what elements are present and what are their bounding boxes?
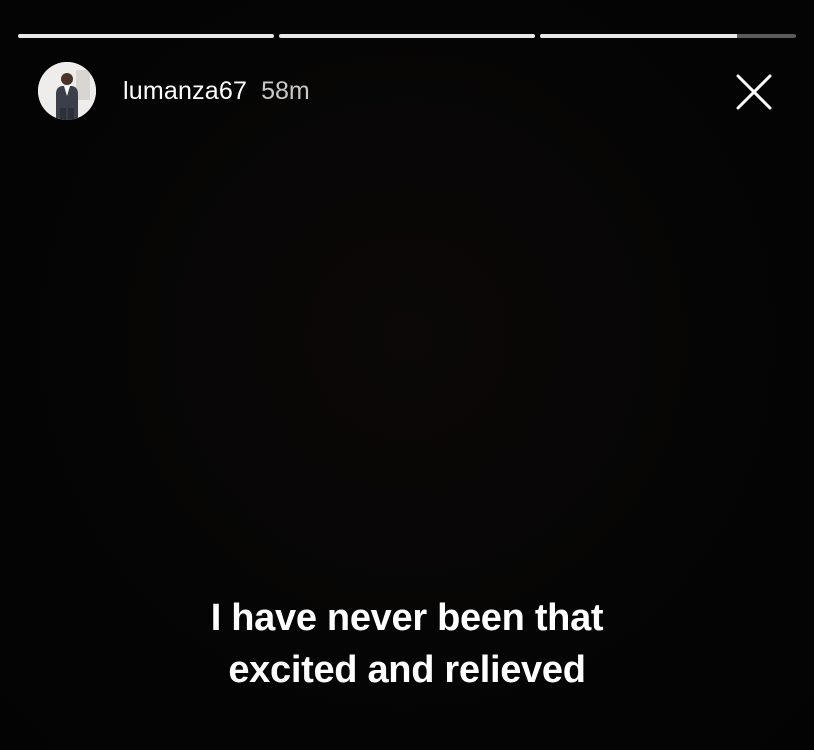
avatar[interactable]: [38, 62, 96, 120]
post-time: 58m: [261, 76, 310, 105]
progress-segment-fill: [18, 34, 274, 38]
close-icon: [736, 74, 772, 110]
story-header: lumanza67 58m: [38, 56, 794, 126]
progress-segment-fill: [279, 34, 535, 38]
story-progress-bar: [18, 34, 796, 38]
progress-segment: [18, 34, 274, 38]
story-caption: I have never been that excited and relie…: [0, 592, 814, 696]
story-viewer[interactable]: lumanza67 58m I have never been that exc…: [0, 0, 814, 750]
progress-segment: [540, 34, 796, 38]
username[interactable]: lumanza67: [123, 77, 247, 106]
progress-segment: [279, 34, 535, 38]
caption-line: I have never been that: [210, 597, 604, 639]
profile-photo-icon: [38, 62, 96, 120]
progress-segment-fill: [540, 34, 738, 38]
caption-line: excited and relieved: [228, 649, 586, 691]
close-button[interactable]: [734, 72, 774, 112]
